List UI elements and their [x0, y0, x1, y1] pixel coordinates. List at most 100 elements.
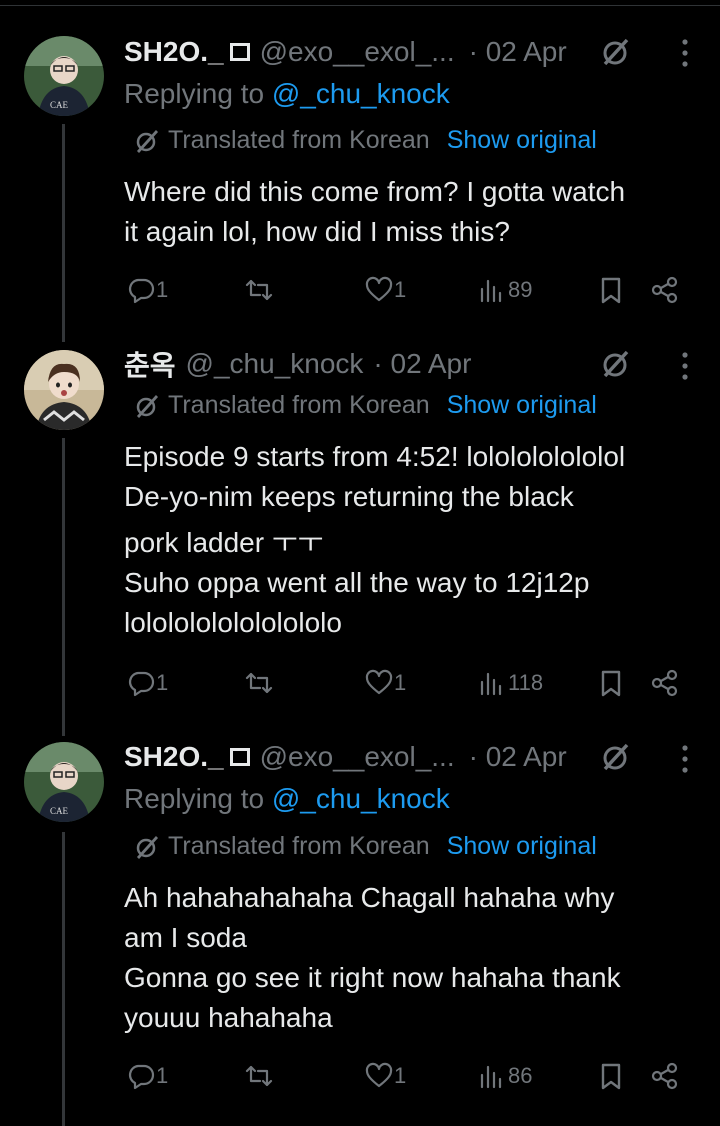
like-icon	[365, 669, 393, 695]
share-icon	[651, 276, 678, 304]
tweet-text-line: youuu hahahaha	[124, 1002, 333, 1033]
tweet-text-line: De-yo-nim keeps returning the black	[124, 481, 574, 512]
retweet-icon	[245, 279, 273, 301]
translated-label: Translated from Korean	[168, 126, 430, 154]
translated-label: Translated from Korean	[168, 391, 430, 419]
share-icon	[651, 669, 678, 697]
name-emoji-box	[229, 748, 250, 766]
tweet-text-line: Where did this come from? I gotta watch	[124, 176, 626, 207]
retweet-icon	[245, 1065, 273, 1087]
tweet-text-line: Ah hahahahahaha Chagall hahaha why	[124, 882, 615, 913]
bookmark-button[interactable]	[596, 1061, 626, 1091]
like-button[interactable]: 1	[364, 668, 406, 698]
handle[interactable]: @_chu_knock	[186, 348, 364, 380]
translation-bar: Translated from Korean Show original	[134, 126, 597, 155]
replying-prefix: Replying to	[124, 78, 272, 109]
tweet-text-line: am I soda	[124, 922, 247, 953]
bookmark-icon	[601, 1063, 621, 1090]
reply-button[interactable]: 1	[126, 668, 168, 698]
avatar[interactable]	[24, 350, 104, 430]
tweet-text: Ah hahahahahaha Chagall hahaha why am I …	[124, 878, 694, 1038]
tweet-text-line: Suho oppa went all the way to 12j12p	[124, 567, 590, 598]
like-count: 1	[394, 277, 407, 302]
views-count: 118	[508, 670, 544, 695]
svg-text:CAE: CAE	[50, 806, 69, 816]
views-icon	[480, 279, 502, 303]
handle[interactable]: @exo__exol_...	[260, 741, 455, 773]
retweet-button[interactable]	[244, 275, 274, 305]
like-button[interactable]: 1	[364, 1061, 406, 1091]
tweet-date[interactable]: · 02 Apr	[469, 741, 567, 773]
show-original-link[interactable]: Show original	[447, 126, 597, 155]
tweet-date[interactable]: · 02 Apr	[469, 36, 567, 68]
like-button[interactable]: 1	[364, 275, 406, 305]
display-name[interactable]: SH2O._	[124, 741, 224, 773]
action-bar: 1 1 86	[0, 1061, 720, 1101]
bookmark-icon	[601, 670, 621, 697]
views-icon	[480, 1065, 502, 1089]
action-bar: 1 1 118	[0, 668, 720, 708]
grok-icon[interactable]	[600, 348, 632, 380]
svg-text:CAE: CAE	[50, 100, 69, 110]
like-icon	[365, 1062, 393, 1088]
grok-icon[interactable]	[600, 36, 632, 68]
tweet-text-line: Gonna go see it right now hahaha thank	[124, 962, 621, 993]
share-button[interactable]	[650, 668, 680, 698]
tweet-text-line: it again lol, how did I miss this?	[124, 216, 510, 247]
reply-button[interactable]: 1	[126, 275, 168, 305]
retweet-button[interactable]	[244, 1061, 274, 1091]
views-count: 89	[508, 277, 533, 302]
action-bar: 1 1 89	[0, 275, 720, 315]
display-name[interactable]: 춘옥	[124, 344, 176, 384]
translate-icon	[136, 394, 159, 418]
show-original-link[interactable]: Show original	[447, 832, 597, 861]
grok-icon[interactable]	[600, 741, 632, 773]
translated-label: Translated from Korean	[168, 832, 430, 860]
more-icon[interactable]	[680, 38, 690, 68]
reply-count: 1	[156, 670, 169, 695]
reply-count: 1	[156, 277, 169, 302]
tweet-text-line: lolololololololololo	[124, 607, 342, 638]
translate-icon	[136, 129, 159, 153]
reply-icon	[128, 671, 155, 697]
tweet-date[interactable]: · 02 Apr	[373, 348, 471, 380]
avatar[interactable]: CAE	[24, 742, 104, 822]
like-icon	[365, 276, 393, 302]
reply-count: 1	[156, 1063, 169, 1088]
replying-prefix: Replying to	[124, 783, 272, 814]
more-icon[interactable]	[680, 351, 690, 381]
translate-icon	[136, 835, 159, 859]
share-button[interactable]	[650, 1061, 680, 1091]
retweet-icon	[245, 672, 273, 694]
show-original-link[interactable]: Show original	[447, 391, 597, 420]
views-button[interactable]: 118	[478, 668, 543, 698]
replying-to: Replying to @_chu_knock	[124, 783, 450, 815]
reply-icon	[128, 278, 155, 304]
avatar[interactable]: CAE	[24, 36, 104, 116]
views-button[interactable]: 86	[478, 1061, 532, 1091]
share-icon	[651, 1062, 678, 1090]
name-emoji-box	[229, 43, 250, 61]
views-count: 86	[508, 1063, 533, 1088]
retweet-button[interactable]	[244, 668, 274, 698]
bookmark-button[interactable]	[596, 275, 626, 305]
tweet-text: Episode 9 starts from 4:52! lolololololo…	[124, 437, 694, 643]
display-name[interactable]: SH2O._	[124, 36, 224, 68]
bookmark-button[interactable]	[596, 668, 626, 698]
views-button[interactable]: 89	[478, 275, 532, 305]
tweet-text: Where did this come from? I gotta watch …	[124, 172, 694, 252]
more-icon[interactable]	[680, 744, 690, 774]
share-button[interactable]	[650, 275, 680, 305]
like-count: 1	[394, 1063, 407, 1088]
replying-to-link[interactable]: @_chu_knock	[272, 783, 450, 814]
reply-button[interactable]: 1	[126, 1061, 168, 1091]
reply-icon	[128, 1064, 155, 1090]
replying-to-link[interactable]: @_chu_knock	[272, 78, 450, 109]
top-divider	[0, 5, 720, 6]
handle[interactable]: @exo__exol_...	[260, 36, 455, 68]
translation-bar: Translated from Korean Show original	[134, 391, 597, 420]
tweet-text-line: pork ladder ㅜㅜ	[124, 527, 324, 558]
like-count: 1	[394, 670, 407, 695]
replying-to: Replying to @_chu_knock	[124, 78, 450, 110]
tweet-text-line: Episode 9 starts from 4:52! lolololololo…	[124, 441, 626, 472]
